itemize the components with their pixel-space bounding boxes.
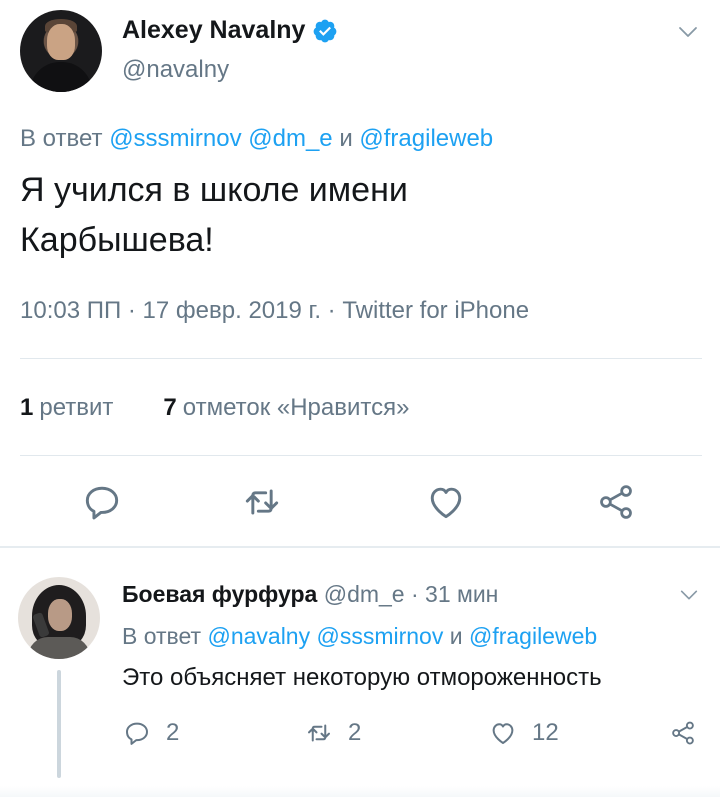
author-name[interactable]: Alexey Navalny	[122, 16, 305, 45]
reply-icon	[126, 722, 148, 745]
author-handle[interactable]: @navalny	[122, 56, 229, 84]
mention-link[interactable]: @fragileweb	[359, 125, 493, 152]
like-count: 12	[532, 719, 559, 746]
like-button[interactable]: 12	[488, 718, 559, 748]
reply-author-row[interactable]: Боевая фурфура @dm_e · 31 мин	[122, 581, 498, 608]
reply-count: 2	[166, 719, 180, 746]
author-name-row[interactable]: Alexey Navalny	[122, 16, 338, 45]
likes-stat[interactable]: 7 отметок «Нравится»	[163, 394, 409, 422]
tweet-stats: 1 ретвит 7 отметок «Нравится»	[20, 394, 409, 422]
share-icon	[672, 721, 694, 745]
like-button[interactable]	[424, 480, 468, 524]
divider	[20, 455, 702, 456]
mention-link[interactable]: @fragileweb	[469, 623, 597, 649]
mention-link[interactable]: @sssmirnov	[109, 125, 241, 152]
reply-context: В ответ @sssmirnov @dm_e и @fragileweb	[20, 125, 493, 153]
next-item-edge	[0, 786, 720, 797]
author-name[interactable]: Боевая фурфура	[122, 581, 317, 607]
tweet-text: Это объясняет некоторую отмороженность	[122, 664, 602, 691]
retweet-icon	[308, 724, 330, 742]
reply-prefix: В ответ	[122, 623, 202, 649]
share-button[interactable]	[594, 480, 638, 524]
retweet-count: 2	[348, 719, 362, 746]
reply-icon	[85, 486, 119, 520]
reply-context: В ответ @navalny @sssmirnov и @fragilewe…	[122, 623, 597, 650]
divider	[20, 358, 702, 359]
reply-button[interactable]: 2	[122, 718, 179, 748]
share-icon	[600, 485, 632, 519]
avatar[interactable]	[20, 10, 102, 92]
thread-line	[57, 670, 61, 778]
reply-joiner: и	[339, 125, 353, 152]
chevron-down-icon[interactable]	[678, 584, 700, 606]
retweet-icon	[245, 489, 279, 515]
tweet-text: Я учился в школе имени Карбышева!	[20, 165, 680, 265]
like-icon	[492, 723, 514, 744]
mention-link[interactable]: @sssmirnov	[316, 623, 443, 649]
tweet-meta[interactable]: 10:03 ПП · 17 февр. 2019 г. · Twitter fo…	[20, 297, 529, 325]
avatar[interactable]	[18, 577, 100, 659]
retweet-button[interactable]	[240, 480, 284, 524]
mention-link[interactable]: @dm_e	[248, 125, 332, 152]
verified-badge-icon	[314, 19, 337, 42]
tweet-text-line: Карбышева!	[20, 221, 214, 259]
chevron-down-icon[interactable]	[676, 20, 700, 44]
like-icon	[430, 487, 462, 519]
reply-joiner: и	[449, 623, 463, 649]
mention-link[interactable]: @navalny	[207, 623, 310, 649]
handle-time: @dm_e · 31 мин	[323, 581, 499, 607]
retweet-button[interactable]: 2	[304, 718, 361, 748]
reply-prefix: В ответ	[20, 125, 103, 152]
tweet-text-line: Я учился в школе имени	[20, 171, 408, 209]
share-button[interactable]	[668, 718, 698, 748]
reply-button[interactable]	[80, 480, 124, 524]
section-separator	[0, 546, 720, 548]
retweets-stat[interactable]: 1 ретвит	[20, 394, 113, 422]
